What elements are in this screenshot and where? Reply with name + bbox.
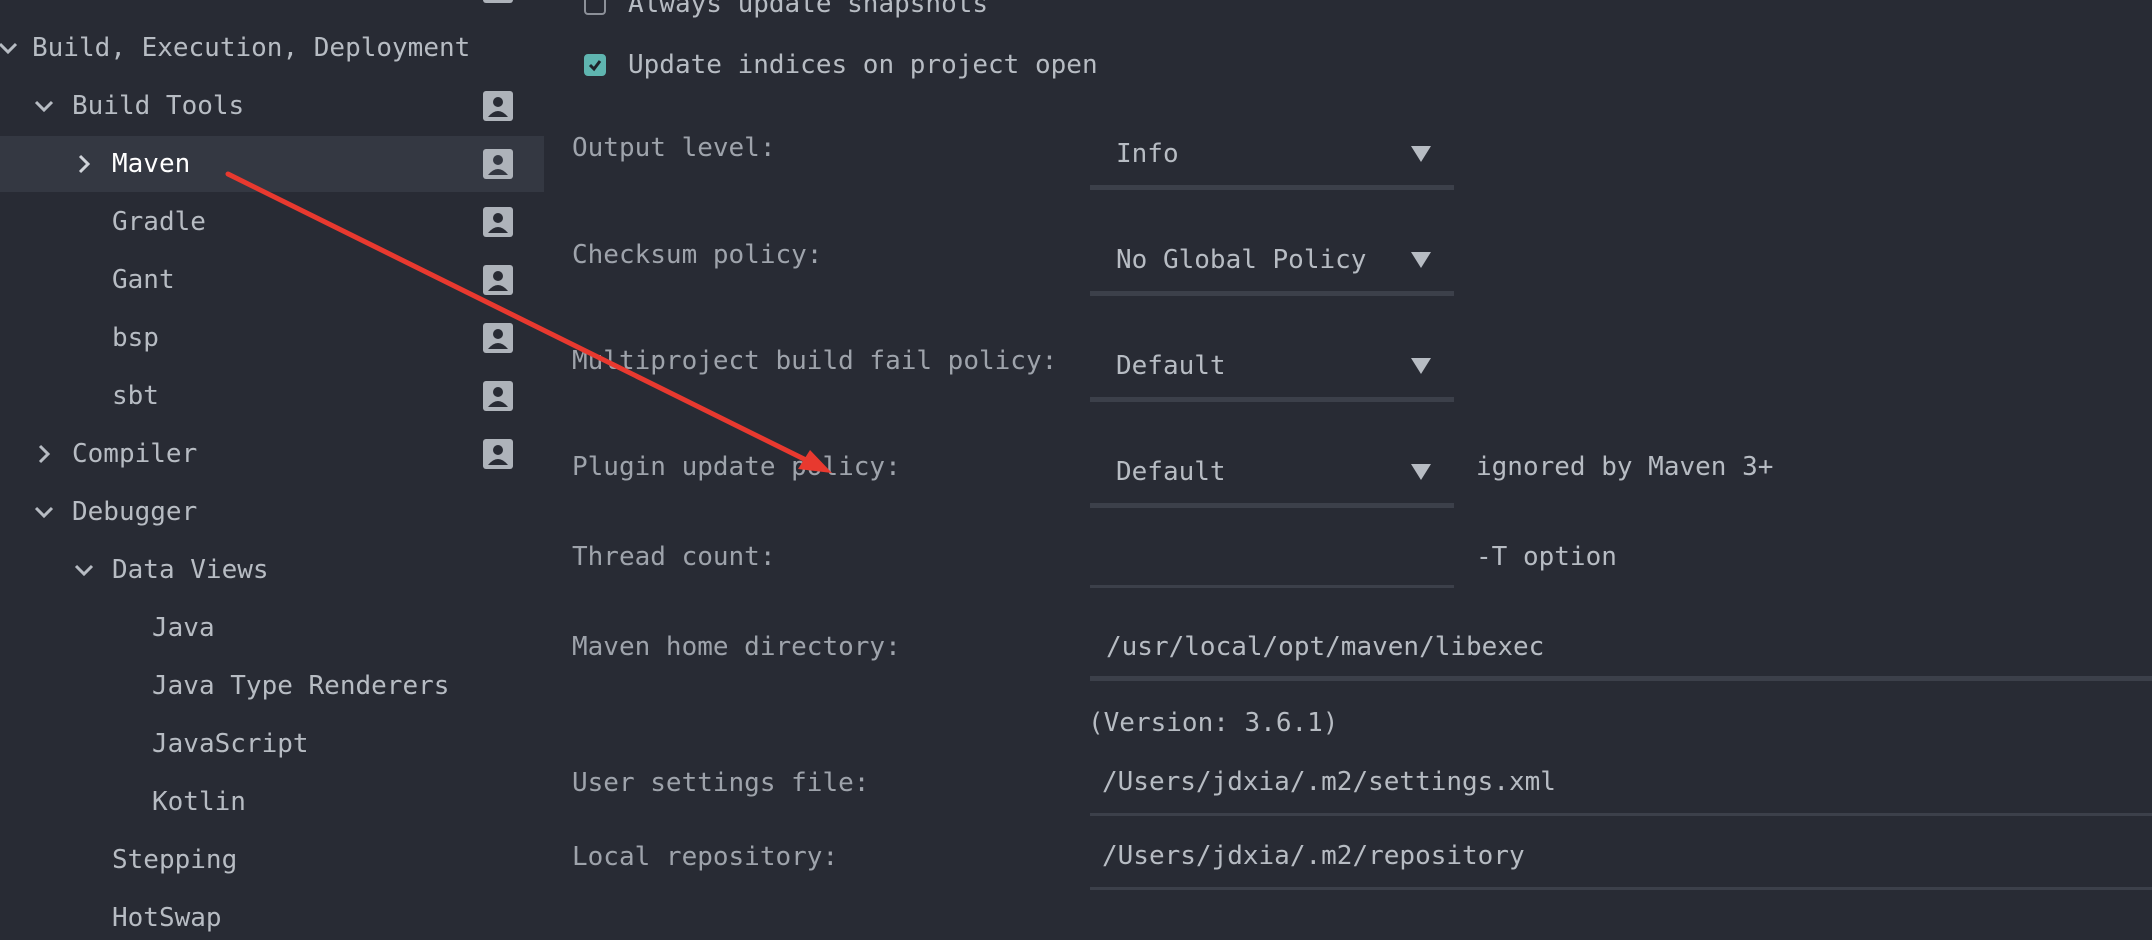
sidebar-item-label: Debugger [72, 497, 198, 527]
checkbox-label: Always update snapshots [628, 0, 989, 19]
sidebar-item-label: Data Views [112, 555, 269, 585]
sidebar-item-kotlin[interactable]: Kotlin [0, 774, 544, 830]
project-profile-icon [483, 439, 513, 469]
input-value: /Users/jdxia/.m2/settings.xml [1102, 767, 1556, 797]
project-profile-icon [483, 91, 513, 121]
sidebar-item-data-views[interactable]: Data Views [0, 542, 544, 598]
checkbox-box[interactable] [584, 0, 606, 15]
input-value: /usr/local/opt/maven/libexec [1106, 632, 1545, 662]
dropdown-arrow-icon [1410, 462, 1432, 482]
user-settings-input[interactable]: /Users/jdxia/.m2/settings.xml [1090, 752, 2152, 816]
dropdown-value: Default [1116, 457, 1226, 487]
project-profile-icon [483, 207, 513, 237]
sidebar-item-label: bsp [112, 323, 159, 353]
dropdown-arrow-icon [1410, 356, 1432, 376]
sidebar-item-java[interactable]: Java [0, 600, 544, 656]
sidebar-item-sbt[interactable]: sbt [0, 368, 544, 424]
sidebar-item-bsp[interactable]: bsp [0, 310, 544, 366]
dropdown-value: Default [1116, 351, 1226, 381]
plugin-update-policy-dropdown[interactable]: Default [1090, 438, 1454, 508]
chevron-down-icon[interactable] [0, 34, 22, 62]
project-profile-icon [483, 265, 513, 295]
maven-settings-window: Build, Execution, Deployment Build Tools… [0, 0, 2152, 940]
dropdown-value: Info [1116, 139, 1179, 169]
maven-home-combobox[interactable]: /usr/local/opt/maven/libexec [1090, 617, 2152, 681]
checksum-policy-label: Checksum policy: [572, 240, 823, 270]
project-profile-icon [483, 149, 513, 179]
sidebar-item-gant[interactable]: Gant [0, 252, 544, 308]
input-value: /Users/jdxia/.m2/repository [1102, 841, 1525, 871]
sidebar-item-stepping[interactable]: Stepping [0, 832, 544, 888]
plugin-update-policy-label: Plugin update policy: [572, 452, 901, 482]
output-level-label: Output level: [572, 133, 776, 163]
local-repository-label: Local repository: [572, 842, 839, 872]
sidebar-item-compiler[interactable]: Compiler [0, 426, 544, 482]
sidebar-item-label: JavaScript [152, 729, 309, 759]
maven-home-label: Maven home directory: [572, 632, 901, 662]
checkmark-icon [588, 60, 602, 72]
dropdown-arrow-icon [1410, 144, 1432, 164]
multiproject-fail-policy-label: Multiproject build fail policy: [572, 346, 1058, 376]
chevron-down-icon[interactable] [30, 498, 58, 526]
thread-count-label: Thread count: [572, 542, 776, 572]
sidebar-item-label: Build, Execution, Deployment [32, 33, 471, 63]
thread-count-hint: -T option [1476, 542, 1617, 572]
chevron-down-icon[interactable] [70, 556, 98, 584]
chevron-down-icon[interactable] [30, 92, 58, 120]
sidebar-item-cut-off [0, 0, 544, 16]
dropdown-value: No Global Policy [1116, 245, 1367, 275]
sidebar-item-label: Java Type Renderers [152, 671, 450, 701]
sidebar-item-label: Compiler [72, 439, 198, 469]
sidebar-item-label: Stepping [112, 845, 238, 875]
multiproject-fail-policy-dropdown[interactable]: Default [1090, 332, 1454, 402]
sidebar-item-label: sbt [112, 381, 159, 411]
project-profile-icon [483, 381, 513, 411]
sidebar-item-label: Gant [112, 265, 175, 295]
settings-tree: Build, Execution, Deployment Build Tools… [0, 0, 544, 940]
sidebar-item-build-tools[interactable]: Build Tools [0, 78, 544, 134]
thread-count-input[interactable] [1090, 524, 1454, 588]
sidebar-item-java-type-renderers[interactable]: Java Type Renderers [0, 658, 544, 714]
chevron-right-icon[interactable] [70, 150, 98, 178]
chevron-right-icon[interactable] [30, 440, 58, 468]
sidebar-item-label: Maven [112, 149, 191, 179]
checkbox-box[interactable] [584, 54, 606, 76]
sidebar-item-label: Gradle [112, 207, 206, 237]
output-level-dropdown[interactable]: Info [1090, 120, 1454, 190]
plugin-update-policy-hint: ignored by Maven 3+ [1476, 452, 1774, 482]
sidebar-item-label: Java [152, 613, 215, 643]
local-repository-input[interactable]: /Users/jdxia/.m2/repository [1090, 826, 2152, 890]
user-settings-label: User settings file: [572, 768, 870, 798]
sidebar-item-label: Kotlin [152, 787, 246, 817]
sidebar-item-label: HotSwap [112, 903, 222, 933]
checkbox-label: Update indices on project open [628, 50, 1098, 80]
maven-version-text: (Version: 3.6.1) [1088, 708, 1339, 738]
sidebar-item-debugger[interactable]: Debugger [0, 484, 544, 540]
project-profile-icon [483, 0, 513, 3]
sidebar-item-build-execution-deployment[interactable]: Build, Execution, Deployment [0, 20, 544, 76]
checksum-policy-dropdown[interactable]: No Global Policy [1090, 226, 1454, 296]
sidebar-item-javascript[interactable]: JavaScript [0, 716, 544, 772]
sidebar-item-gradle[interactable]: Gradle [0, 194, 544, 250]
sidebar-item-maven[interactable]: Maven [0, 136, 544, 192]
dropdown-arrow-icon [1410, 250, 1432, 270]
sidebar-item-hotswap[interactable]: HotSwap [0, 890, 544, 940]
sidebar-item-label: Build Tools [72, 91, 245, 121]
project-profile-icon [483, 323, 513, 353]
